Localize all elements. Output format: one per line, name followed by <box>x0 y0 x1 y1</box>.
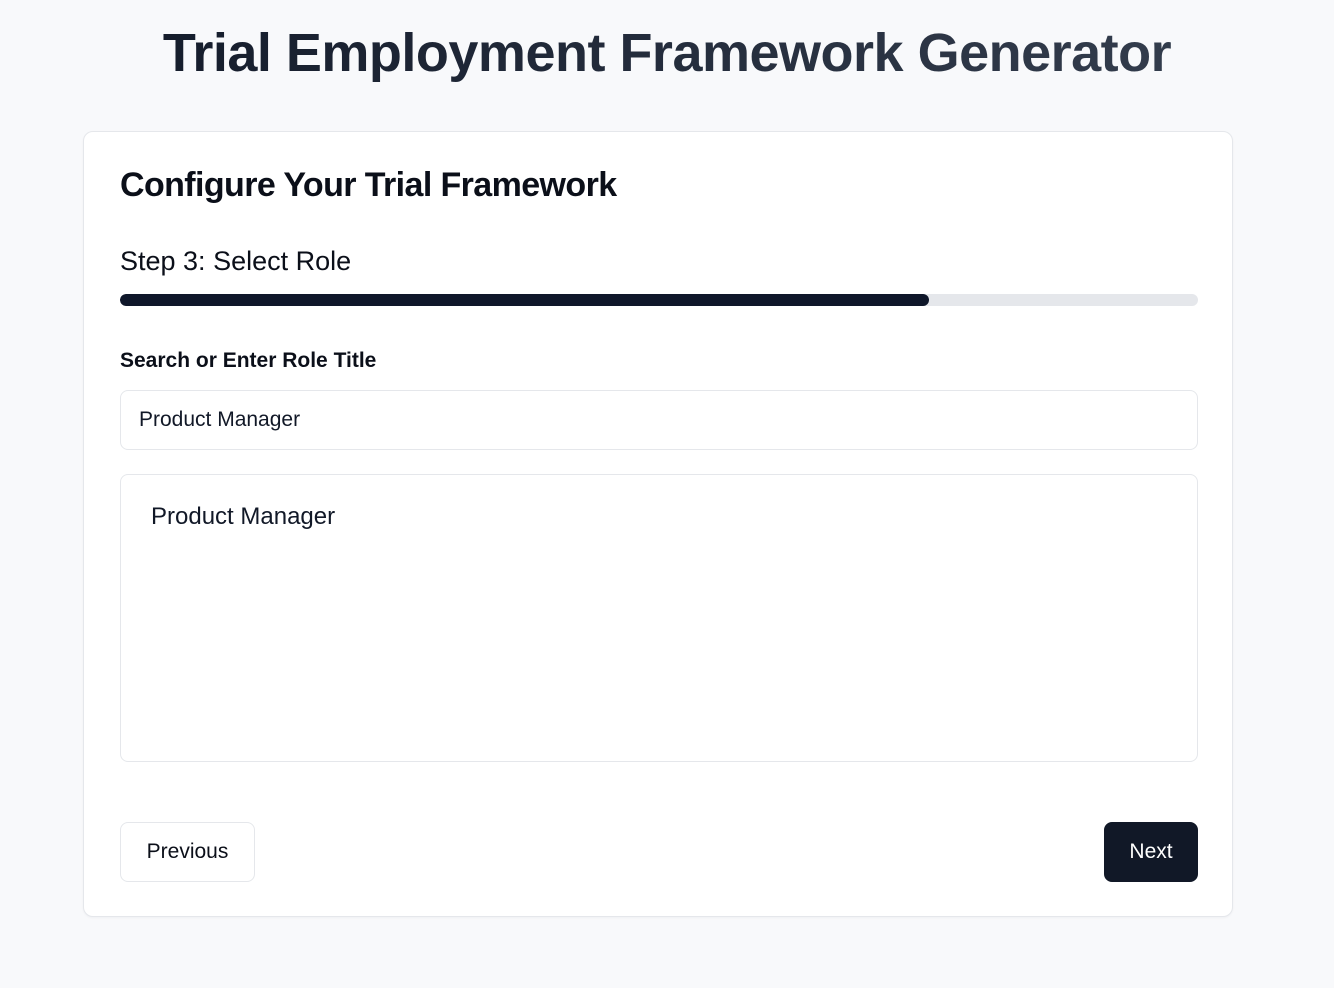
page-title: Trial Employment Framework Generator <box>0 22 1334 84</box>
framework-config-card: Configure Your Trial Framework Step 3: S… <box>83 131 1233 917</box>
role-search-input[interactable] <box>120 390 1198 450</box>
role-suggestion-list: Product Manager <box>120 474 1198 762</box>
card-title: Configure Your Trial Framework <box>120 166 617 204</box>
role-suggestion-item[interactable]: Product Manager <box>151 503 1167 531</box>
previous-button[interactable]: Previous <box>120 822 255 882</box>
next-button[interactable]: Next <box>1104 822 1198 882</box>
progress-bar <box>120 294 1198 306</box>
step-label: Step 3: Select Role <box>120 246 352 276</box>
role-field-label: Search or Enter Role Title <box>120 349 377 372</box>
progress-bar-fill <box>120 294 929 306</box>
